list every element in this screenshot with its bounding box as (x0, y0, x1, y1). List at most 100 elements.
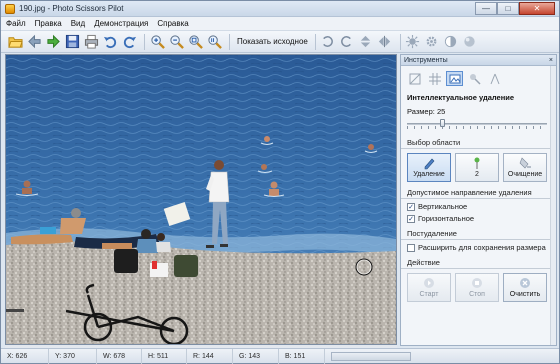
start-label: Старт (419, 291, 439, 298)
pencil-icon (424, 158, 435, 170)
close-button[interactable]: ✕ (519, 2, 555, 15)
horizontal-option[interactable]: ✓ Горизонтальное (401, 214, 556, 223)
zoom-in-icon[interactable] (149, 34, 165, 50)
grid-tool-icon[interactable] (426, 71, 443, 86)
stop-label: Стоп (469, 291, 485, 298)
perspective-tool-icon[interactable] (486, 71, 503, 86)
clear-mode-button[interactable]: Очищение (503, 153, 547, 182)
stop-icon (472, 278, 482, 288)
action-buttons: Старт Стоп Очистить (401, 269, 556, 302)
zoom-out-icon[interactable] (168, 34, 184, 50)
status-green: G: 143 (233, 348, 279, 364)
horizontal-checkbox[interactable]: ✓ (407, 214, 415, 223)
forward-arrow-icon[interactable] (45, 34, 61, 50)
undo-icon[interactable] (102, 34, 118, 50)
open-folder-icon[interactable] (7, 34, 23, 50)
progress-bar (331, 351, 411, 361)
slider-track (407, 123, 547, 125)
play-icon (424, 278, 434, 288)
start-button[interactable]: Старт (407, 273, 451, 302)
print-icon[interactable] (83, 34, 99, 50)
back-arrow-icon[interactable] (26, 34, 42, 50)
stop-button[interactable]: Стоп (455, 273, 499, 302)
protect-mode-label: 2 (475, 171, 479, 178)
protect-mode-button[interactable]: 2 (455, 153, 499, 182)
beach-photo (6, 55, 396, 344)
zoom-fit-icon[interactable] (187, 34, 203, 50)
tools-panel: Инструменты × Интеллектуальное удаление … (400, 54, 557, 346)
vertical-option[interactable]: ✓ Вертикальное (401, 202, 556, 211)
sandal (6, 309, 24, 312)
toolbar-separator (314, 33, 316, 50)
toolbar-separator (144, 33, 145, 50)
remove-mode-label: Удаление (413, 171, 445, 178)
mode-buttons: Удаление 2 Очищение (401, 149, 556, 182)
rotate-left-icon[interactable] (320, 34, 336, 50)
clone-tool-icon[interactable] (466, 71, 483, 86)
direction-title: Допустимое направление удаления (401, 188, 550, 199)
smart-remove-tool-icon[interactable] (446, 71, 463, 86)
pebble-beach (6, 241, 396, 344)
title-bar[interactable]: 190.jpg - Photo Scissors Pilot — □ ✕ (1, 1, 559, 17)
window-title: 190.jpg - Photo Scissors Pilot (19, 4, 124, 13)
maximize-button[interactable]: □ (497, 2, 519, 15)
status-blue: B: 151 (279, 348, 325, 364)
remove-mode-button[interactable]: Удаление (407, 153, 451, 182)
pin-icon (474, 157, 480, 169)
red-item (152, 261, 157, 269)
size-label: Размер: 25 (407, 107, 446, 116)
action-title: Действие (401, 258, 550, 269)
minimize-button[interactable]: — (475, 2, 497, 15)
flip-horizontal-icon[interactable] (377, 34, 393, 50)
expand-label: Расширить для сохранения размера (418, 243, 546, 252)
zoom-actual-icon[interactable] (206, 34, 222, 50)
image-canvas[interactable] (5, 54, 397, 345)
slider-thumb[interactable] (440, 119, 445, 127)
slider-ticks (407, 126, 547, 129)
color-icon[interactable] (462, 34, 478, 50)
toolbar-separator (399, 33, 401, 50)
panel-titlebar: Инструменты × (401, 55, 556, 66)
status-x: X: 626 (1, 348, 49, 364)
crop-tool-icon[interactable] (406, 71, 423, 86)
toolbar-separator (229, 33, 230, 50)
menu-demo[interactable]: Демонстрация (89, 17, 152, 30)
clear-button[interactable]: Очистить (503, 273, 547, 302)
status-width: W: 678 (97, 348, 142, 364)
expand-option[interactable]: Расширить для сохранения размера (401, 243, 556, 252)
settings-icon[interactable] (424, 34, 440, 50)
area-selection-title: Выбор области (401, 138, 550, 149)
app-window: 190.jpg - Photo Scissors Pilot — □ ✕ Фай… (0, 0, 560, 364)
vertical-checkbox[interactable]: ✓ (407, 202, 415, 211)
status-bar: X: 626 Y: 370 W: 678 H: 511 R: 144 G: 14… (1, 348, 559, 364)
expand-checkbox[interactable] (407, 243, 415, 252)
menu-help[interactable]: Справка (152, 17, 192, 30)
app-icon (5, 4, 15, 14)
tool-tabs (401, 66, 556, 90)
window-controls: — □ ✕ (475, 2, 555, 16)
status-height: H: 511 (142, 348, 187, 364)
green-backpack (174, 255, 198, 277)
status-y: Y: 370 (49, 348, 97, 364)
flip-vertical-icon[interactable] (358, 34, 374, 50)
show-original-button[interactable]: Показать исходное (234, 37, 311, 46)
black-bag (114, 249, 138, 273)
toolbar: Показать исходное (1, 31, 559, 53)
menu-bar: Файл Правка Вид Демонстрация Справка (1, 17, 559, 31)
post-removal-title: Постудаление (401, 229, 550, 240)
menu-view[interactable]: Вид (66, 17, 89, 30)
panel-close-button[interactable]: × (549, 55, 553, 66)
eraser-icon (519, 157, 531, 169)
size-slider[interactable] (407, 118, 550, 130)
horizontal-label: Горизонтальное (418, 214, 475, 223)
panel-title: Инструменты (404, 57, 448, 64)
panel-scrollbar[interactable] (550, 66, 556, 345)
brightness-icon[interactable] (405, 34, 421, 50)
redo-icon[interactable] (121, 34, 137, 50)
menu-edit[interactable]: Правка (30, 17, 66, 30)
menu-file[interactable]: Файл (1, 17, 30, 30)
contrast-icon[interactable] (443, 34, 459, 50)
save-icon[interactable] (64, 34, 80, 50)
rotate-right-icon[interactable] (339, 34, 355, 50)
clear-mode-label: Очищение (507, 171, 543, 178)
